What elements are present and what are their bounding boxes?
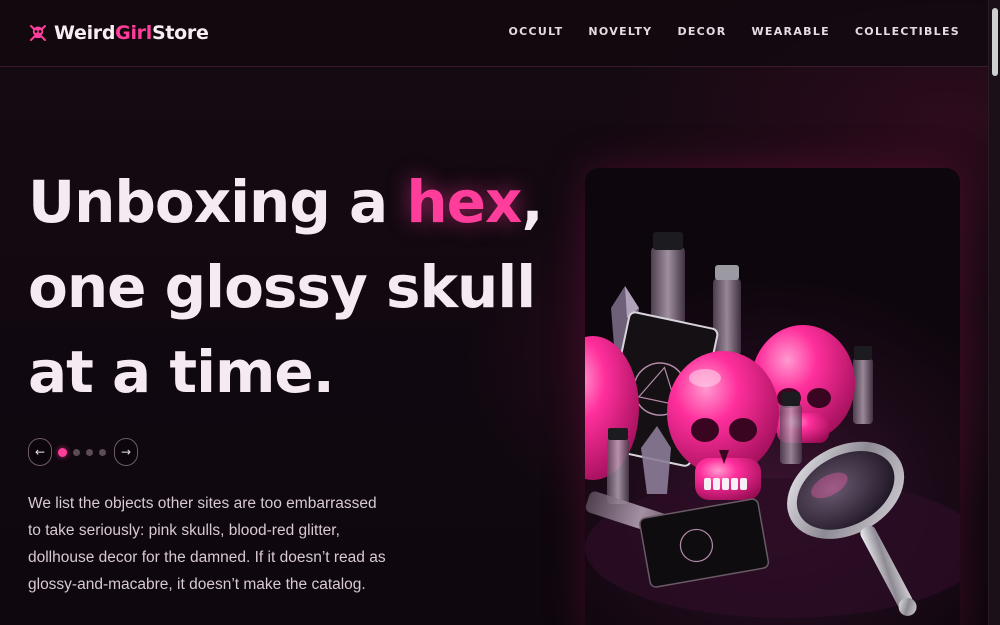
site-header: WeirdGirlStore OCCULT NOVELTY DECOR WEAR…: [0, 0, 988, 67]
skulls-illustration: [585, 232, 960, 618]
carousel-dot-4[interactable]: [99, 448, 106, 456]
nav-item-novelty[interactable]: NOVELTY: [588, 25, 652, 38]
carousel-dot-2[interactable]: [73, 448, 80, 456]
page-scrollbar[interactable]: [988, 0, 1000, 625]
nav-item-wearable[interactable]: WEARABLE: [751, 25, 829, 38]
carousel-next-button[interactable]: →: [114, 438, 138, 466]
scrollbar-thumb[interactable]: [992, 8, 998, 76]
hero-image: [585, 168, 960, 625]
nav-item-collectibles[interactable]: COLLECTIBLES: [855, 25, 960, 38]
brand-logo[interactable]: WeirdGirlStore: [28, 20, 209, 46]
hero-description: We list the objects other sites are too …: [28, 495, 386, 593]
carousel-dot-1[interactable]: [58, 447, 67, 457]
brand-name: WeirdGirlStore: [54, 22, 209, 44]
carousel-prev-button[interactable]: ←: [28, 438, 52, 466]
hero-headline: Unboxing a hex, one glossy skull at a ti…: [28, 168, 543, 406]
carousel-dots: [58, 447, 106, 457]
skull-center: [667, 351, 779, 500]
nav-item-decor[interactable]: DECOR: [677, 25, 726, 38]
skull-crossbones-icon: [30, 25, 46, 41]
nav-item-occult[interactable]: OCCULT: [508, 25, 563, 38]
headline-highlight: hex: [406, 168, 522, 236]
carousel-controls: ← →: [28, 438, 138, 466]
carousel-dot-3[interactable]: [86, 448, 93, 456]
main-nav: OCCULT NOVELTY DECOR WEARABLE COLLECTIBL…: [508, 25, 960, 38]
page: WeirdGirlStore OCCULT NOVELTY DECOR WEAR…: [0, 0, 988, 625]
